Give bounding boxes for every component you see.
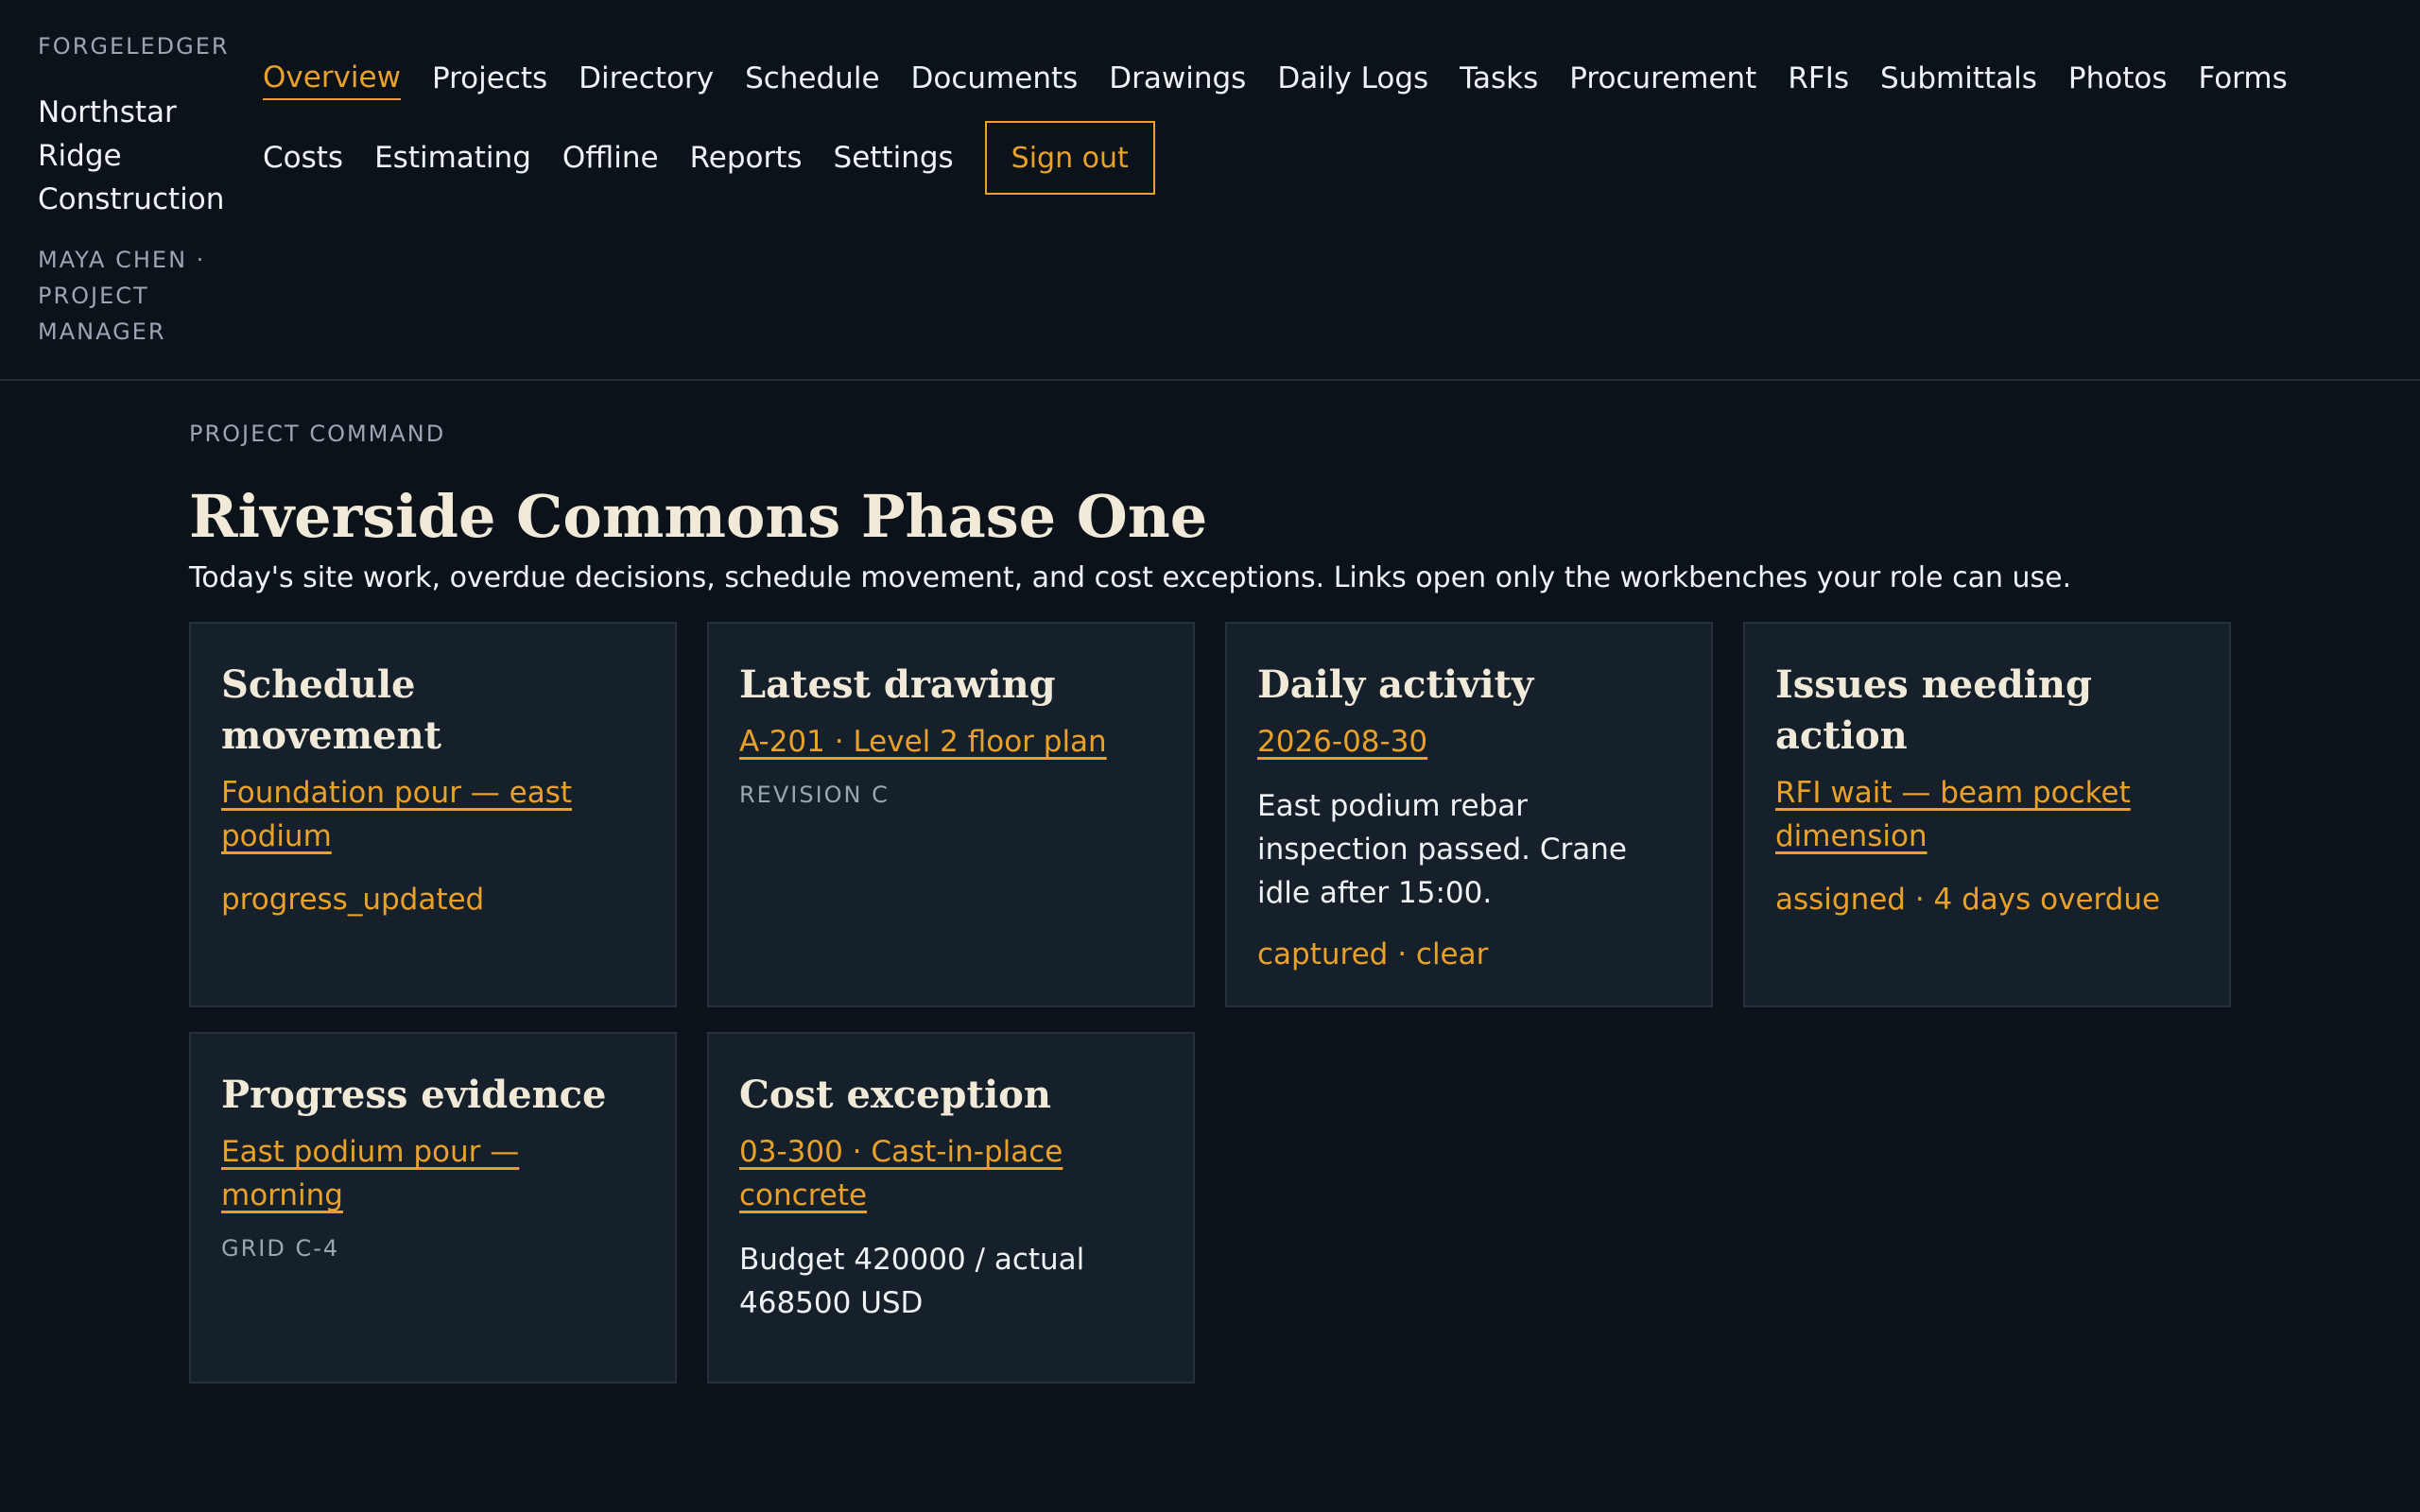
daily-log-summary: East podium rebar inspection passed. Cra… (1257, 789, 1627, 910)
sign-out-button[interactable]: Sign out (984, 121, 1155, 195)
nav-item-estimating[interactable]: Estimating (374, 137, 531, 179)
card-latest-drawing: Latest drawing A-201 · Level 2 floor pla… (707, 622, 1195, 1007)
photo-link[interactable]: East podium pour — morning (221, 1130, 645, 1217)
card-title: Daily activity (1257, 662, 1534, 707)
nav-item-schedule[interactable]: Schedule (745, 58, 879, 99)
nav-item-rfis[interactable]: RFIs (1788, 58, 1849, 99)
card-daily-activity: Daily activity 2026-08-30 East podium re… (1225, 622, 1713, 1007)
drawing-revision: REVISION C (739, 782, 890, 808)
card-title: Schedule movement (221, 662, 442, 758)
daily-log-status: captured · clear (1257, 937, 1489, 971)
top-bar: FORGELEDGER Northstar Ridge Construction… (0, 0, 2420, 381)
drawing-link[interactable]: A-201 · Level 2 floor plan (739, 720, 1163, 764)
schedule-status: progress_updated (221, 883, 485, 917)
nav-item-procurement[interactable]: Procurement (1569, 58, 1756, 99)
user-role: MAYA CHEN · PROJECT MANAGER (38, 247, 206, 345)
nav-item-daily-logs[interactable]: Daily Logs (1277, 58, 1428, 99)
main-content: PROJECT COMMAND Riverside Commons Phase … (189, 420, 2231, 1383)
nav-item-offline[interactable]: Offline (562, 137, 659, 179)
nav-item-photos[interactable]: Photos (2068, 58, 2168, 99)
summary-cards-row-2: Progress evidence East podium pour — mor… (189, 1032, 2231, 1383)
card-title: Cost exception (739, 1073, 1051, 1117)
issue-status: assigned · 4 days overdue (1775, 883, 2161, 917)
daily-log-link[interactable]: 2026-08-30 (1257, 720, 1681, 764)
card-issues-needing-action: Issues needing action RFI wait — beam po… (1743, 622, 2231, 1007)
brand-block: FORGELEDGER Northstar Ridge Construction… (38, 32, 230, 350)
issue-link[interactable]: RFI wait — beam pocket dimension (1775, 771, 2199, 858)
page-title: Riverside Commons Phase One (189, 482, 1208, 551)
company-name: Northstar Ridge Construction (38, 95, 225, 216)
cost-code-link[interactable]: 03-300 · Cast-in-place concrete (739, 1130, 1163, 1217)
nav-item-reports[interactable]: Reports (690, 137, 803, 179)
main-nav: Overview Projects Directory Schedule Doc… (263, 57, 2390, 195)
card-progress-evidence: Progress evidence East podium pour — mor… (189, 1032, 677, 1383)
page-subtitle: Today's site work, overdue decisions, sc… (189, 561, 2072, 594)
nav-item-settings[interactable]: Settings (834, 137, 954, 179)
nav-item-projects[interactable]: Projects (432, 58, 547, 99)
card-title: Progress evidence (221, 1073, 607, 1117)
nav-item-forms[interactable]: Forms (2198, 58, 2287, 99)
nav-item-tasks[interactable]: Tasks (1460, 58, 1538, 99)
card-title: Issues needing action (1775, 662, 2092, 758)
nav-item-drawings[interactable]: Drawings (1109, 58, 1246, 99)
cost-budget-actual: Budget 420000 / actual 468500 USD (739, 1243, 1085, 1320)
card-schedule-movement: Schedule movement Foundation pour — east… (189, 622, 677, 1007)
nav-item-submittals[interactable]: Submittals (1880, 58, 2037, 99)
nav-item-costs[interactable]: Costs (263, 137, 343, 179)
summary-cards: Schedule movement Foundation pour — east… (189, 622, 2231, 1007)
nav-item-directory[interactable]: Directory (579, 58, 714, 99)
app-name: FORGELEDGER (38, 33, 230, 60)
nav-item-documents[interactable]: Documents (911, 58, 1079, 99)
schedule-item-link[interactable]: Foundation pour — east podium (221, 771, 645, 858)
nav-item-overview[interactable]: Overview (263, 57, 401, 100)
photo-grid-location: GRID C-4 (221, 1235, 340, 1262)
card-cost-exception: Cost exception 03-300 · Cast-in-place co… (707, 1032, 1195, 1383)
card-title: Latest drawing (739, 662, 1056, 707)
page-eyebrow: PROJECT COMMAND (189, 421, 446, 447)
